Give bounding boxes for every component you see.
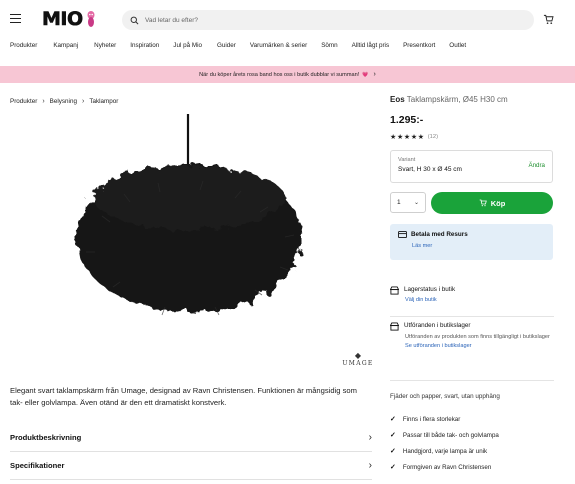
variant-selector[interactable]: Variant Svart, H 30 x Ø 45 cm Ändra xyxy=(390,150,553,183)
accordion-label: Specifikationer xyxy=(10,461,65,470)
search-input[interactable] xyxy=(145,16,445,24)
feature-item: ✓ Handgjord, varje lampa är unik xyxy=(390,447,488,456)
nav-item-inspiration[interactable]: Inspiration xyxy=(130,42,159,58)
product-subtitle: Taklampskärm, Ø45 H30 cm xyxy=(406,95,508,104)
cart-icon[interactable] xyxy=(543,14,554,25)
menu-icon[interactable] xyxy=(10,14,21,24)
breadcrumb-item-taklampor[interactable]: Taklampor xyxy=(89,98,118,105)
product-description: Elegant svart taklampskärm från Umage, d… xyxy=(10,386,357,407)
showroom-stock: Utföranden i butikslager Utföranden av p… xyxy=(390,322,554,349)
nav-item-nyheter[interactable]: Nyheter xyxy=(94,42,116,58)
card-icon xyxy=(398,231,407,238)
chevron-right-icon: › xyxy=(368,432,372,443)
nav-item-kampanj[interactable]: Kampanj xyxy=(53,42,78,58)
heart-icon: 💗 xyxy=(362,71,369,78)
product-rating[interactable]: ★★★★★ (12) xyxy=(390,132,438,141)
mio-logo[interactable]: MIO xyxy=(42,8,97,31)
breadcrumb-item-produkter[interactable]: Produkter xyxy=(10,98,37,105)
search-bar[interactable] xyxy=(122,10,534,30)
mascot-icon xyxy=(87,11,95,27)
breadcrumb-item-belysning[interactable]: Belysning xyxy=(50,98,77,105)
feature-item: ✓ Formgiven av Ravn Christensen xyxy=(390,463,492,472)
choose-store-link[interactable]: Välj din butik xyxy=(405,297,554,303)
umage-mark-icon: ◆ xyxy=(354,351,362,360)
nav-item-varumarken[interactable]: Varumärken & serier xyxy=(250,42,307,58)
review-count: (12) xyxy=(427,133,439,140)
nav-item-presentkort[interactable]: Presentkort xyxy=(403,42,435,58)
logo-text: MIO xyxy=(42,8,84,31)
chevron-right-icon: › xyxy=(368,460,372,471)
change-variant-link[interactable]: Ändra xyxy=(528,162,545,169)
nav-item-jul[interactable]: Jul på Mio xyxy=(173,42,202,58)
check-icon: ✓ xyxy=(390,464,396,471)
site-header: MIO xyxy=(0,0,575,40)
banner-text: När du köper årets rosa band hos oss i b… xyxy=(199,71,360,78)
nav-item-alltid-lagt-pris[interactable]: Alltid lågt pris xyxy=(352,42,389,58)
nav-item-somn[interactable]: Sömn xyxy=(321,42,337,58)
product-image[interactable] xyxy=(0,112,380,374)
stock-title: Lagerstatus i butik xyxy=(404,286,456,293)
quantity-value: 1 xyxy=(397,199,401,206)
check-icon: ✓ xyxy=(390,448,396,455)
stock-status: Lagerstatus i butik Välj din butik xyxy=(390,286,554,303)
resurs-read-more-link[interactable]: Läs mer xyxy=(412,243,545,249)
chevron-down-icon: ⌄ xyxy=(413,200,419,206)
check-icon: ✓ xyxy=(390,432,396,439)
product-price: 1.295:- xyxy=(390,114,424,126)
variant-label: Variant xyxy=(398,157,416,163)
product-name: Eos xyxy=(390,95,405,104)
search-icon xyxy=(130,16,139,24)
showroom-link[interactable]: Se utföranden i butikslager xyxy=(405,343,554,349)
features-title: Fjäder och papper, svart, utan upphäng xyxy=(390,393,500,400)
feature-item: ✓ Finns i flera storlekar xyxy=(390,415,461,424)
store-icon xyxy=(390,286,399,295)
check-icon: ✓ xyxy=(390,416,396,423)
buy-label: Köp xyxy=(490,198,506,208)
chevron-right-icon: › xyxy=(81,98,85,105)
product-title: Eos Taklampskärm, Ø45 H30 cm xyxy=(390,95,554,104)
cart-icon xyxy=(479,199,487,207)
chevron-right-icon: › xyxy=(42,98,45,105)
showroom-text: Utföranden av produkten som finns tillgä… xyxy=(405,334,550,340)
variant-value: Svart, H 30 x Ø 45 cm xyxy=(398,166,462,173)
buy-button[interactable]: Köp xyxy=(431,192,553,214)
brand-logo: ◆ UMAGE xyxy=(340,351,376,368)
showroom-title: Utföranden i butikslager xyxy=(404,322,471,329)
accordion-specifications[interactable]: Specifikationer › xyxy=(10,452,372,480)
accordion-label: Produktbeskrivning xyxy=(10,433,82,442)
brand-word: UMAGE xyxy=(342,360,374,367)
breadcrumb: Produkter › Belysning › Taklampor xyxy=(10,98,118,105)
resurs-title: Betala med Resurs xyxy=(411,231,468,238)
feature-item: ✓ Passar till både tak- och golvlampa xyxy=(390,431,499,440)
nav-item-produkter[interactable]: Produkter xyxy=(10,42,37,58)
main-navigation: Produkter Kampanj Nyheter Inspiration Ju… xyxy=(0,42,575,58)
quantity-select[interactable]: 1 ⌄ xyxy=(390,192,426,213)
promo-banner[interactable]: När du köper årets rosa band hos oss i b… xyxy=(0,66,575,83)
store-icon xyxy=(390,322,399,331)
divider xyxy=(390,316,554,317)
accordion-product-description[interactable]: Produktbeskrivning › xyxy=(10,424,372,452)
nav-item-guider[interactable]: Guider xyxy=(217,42,236,58)
chevron-right-icon: › xyxy=(373,71,376,78)
divider xyxy=(390,380,554,381)
nav-item-outlet[interactable]: Outlet xyxy=(449,42,466,58)
resurs-payment-box: Betala med Resurs Läs mer xyxy=(390,224,553,260)
star-rating-icon: ★★★★★ xyxy=(390,132,425,141)
